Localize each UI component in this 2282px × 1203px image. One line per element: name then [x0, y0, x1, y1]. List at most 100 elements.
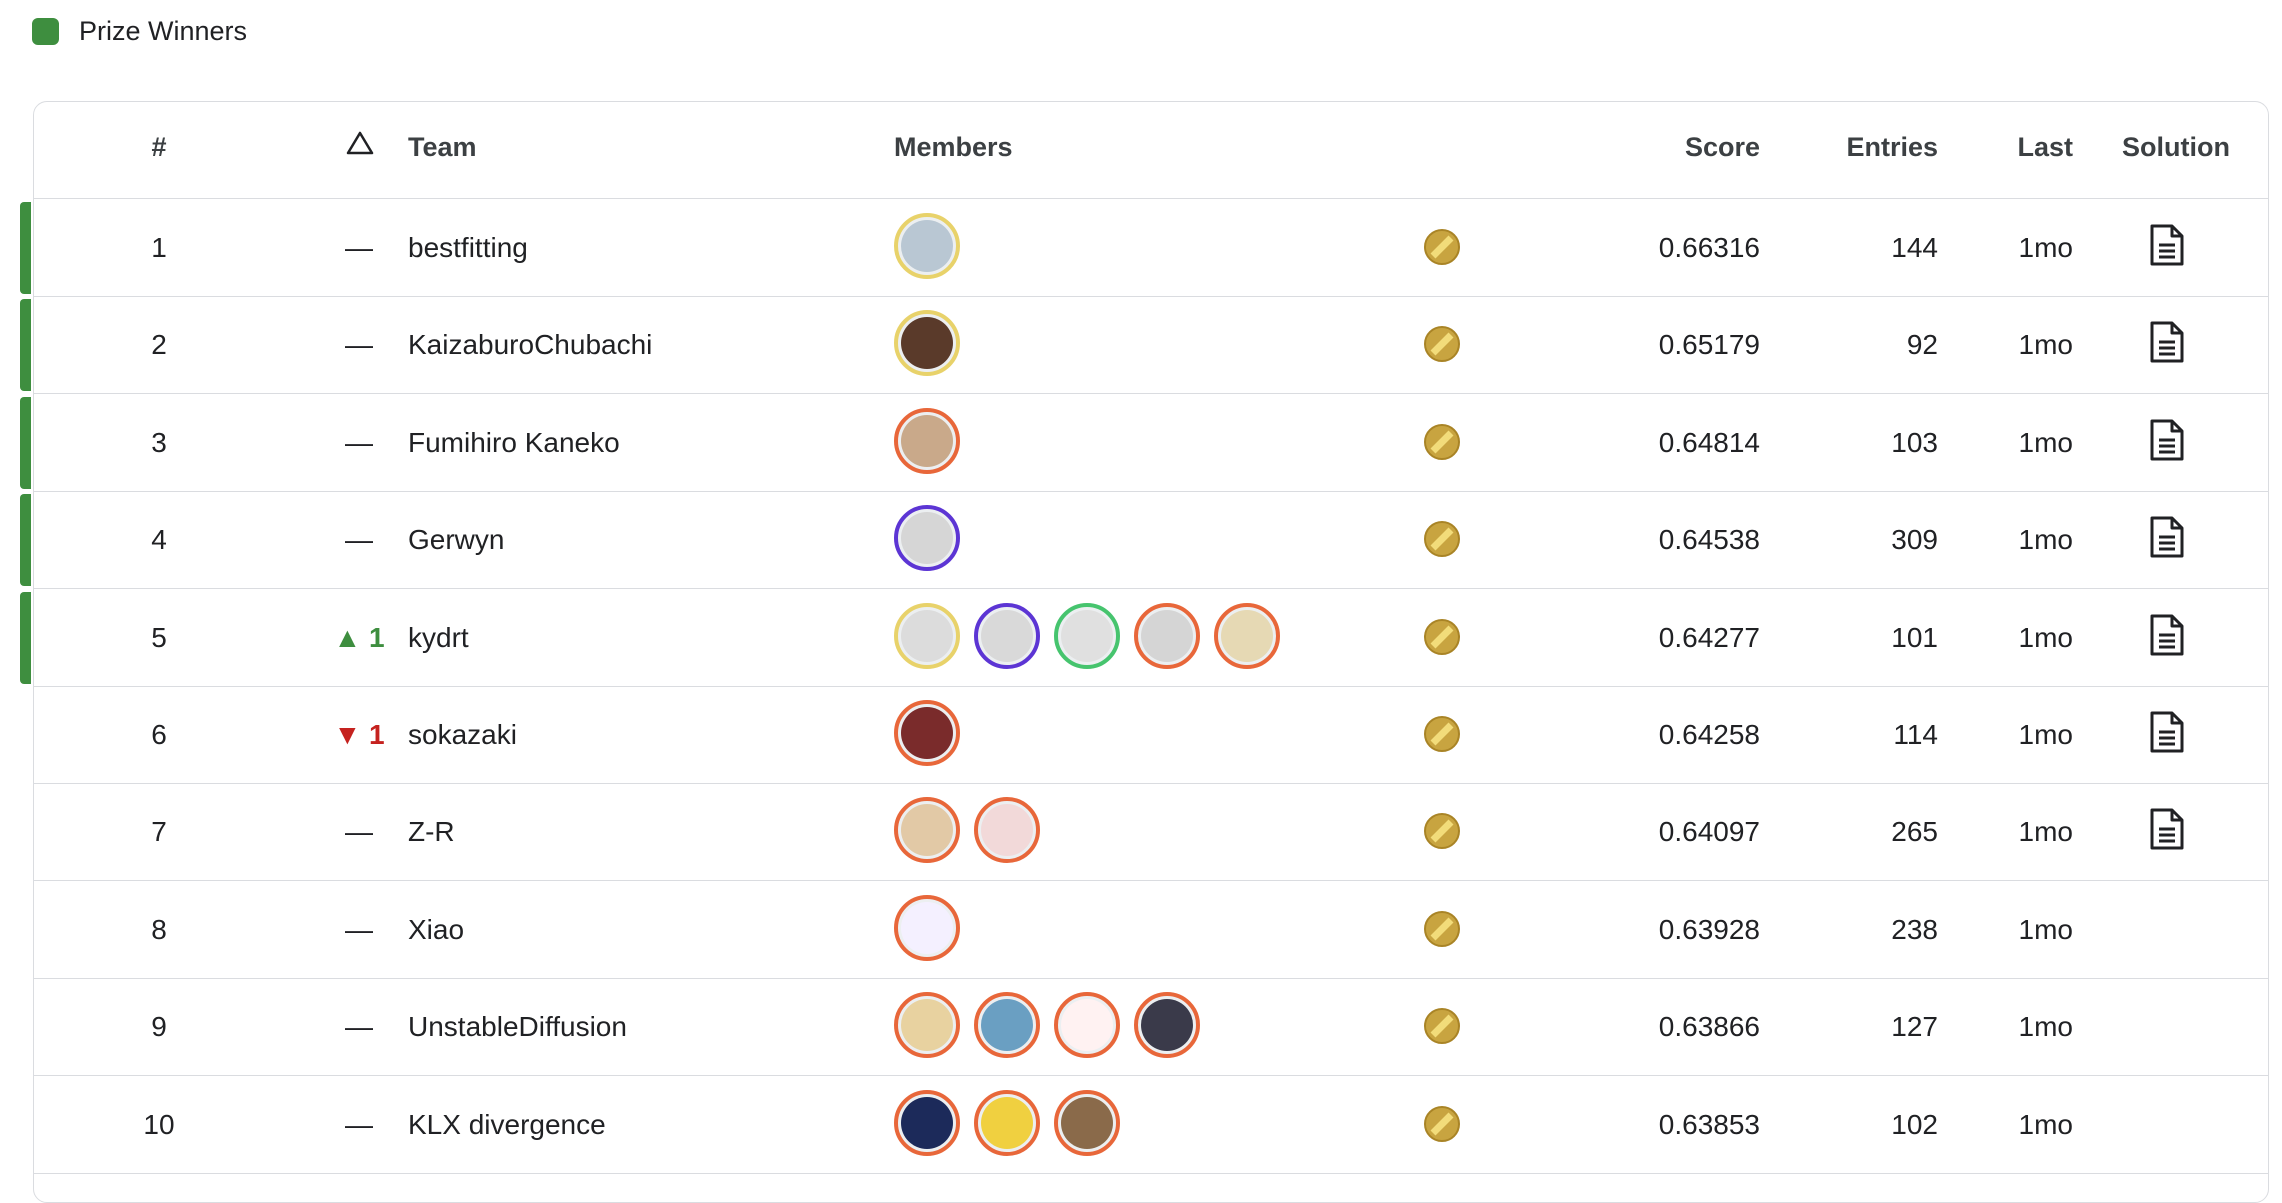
leaderboard-row[interactable]: 10— KLX divergence 0.63853 102 1mo [34, 1076, 2268, 1174]
score-cell: 0.66316 [1658, 232, 1760, 263]
member-avatar[interactable] [974, 1089, 1040, 1156]
prize-winner-marker [20, 299, 31, 392]
team-name-link[interactable]: sokazaki [408, 718, 517, 752]
member-avatar[interactable] [894, 310, 960, 377]
score-cell: 0.63853 [1658, 1108, 1760, 1140]
last-submission-cell: 1mo [2018, 1108, 2073, 1140]
member-avatar[interactable] [894, 797, 960, 864]
team-name-link[interactable]: bestfitting [408, 231, 528, 265]
gold-medal-icon [1424, 1105, 1460, 1142]
leaderboard-row[interactable]: 5 ▲ 1 kydrt 0.64277 101 1mo [20, 589, 2268, 687]
team-name-link[interactable]: Xiao [408, 913, 464, 947]
team-name-link[interactable]: Gerwyn [408, 523, 504, 557]
gold-medal-icon [1424, 716, 1460, 752]
gold-medal-icon [1424, 521, 1460, 558]
team-name-link[interactable]: Fumihiro Kaneko [408, 426, 620, 460]
member-avatar[interactable] [894, 1089, 960, 1156]
score-cell: 0.64814 [1658, 426, 1760, 458]
members-list [894, 797, 1040, 864]
leaderboard-row[interactable]: 6 ▼ 1 sokazaki 0.64258 114 1mo [34, 686, 2268, 784]
rank-cell: 10 [143, 1108, 175, 1140]
gold-medal-icon [1424, 423, 1460, 460]
member-avatar[interactable] [1054, 992, 1120, 1059]
leaderboard-row[interactable]: 9— UnstableDiffusion 0.63866 127 1mo [34, 978, 2268, 1077]
leaderboard-header: # Team Members Score Entries Last Soluti… [34, 102, 2268, 199]
legend: Prize Winners [32, 16, 247, 47]
leaderboard: # Team Members Score Entries Last Soluti… [20, 101, 2269, 1203]
entries-cell: 103 [1891, 426, 1938, 458]
member-avatar[interactable] [894, 992, 960, 1059]
member-avatar[interactable] [894, 213, 960, 279]
gold-medal-icon [1424, 229, 1460, 265]
member-avatar[interactable] [974, 797, 1040, 864]
document-icon[interactable] [2148, 223, 2186, 267]
entries-cell: 127 [1891, 1011, 1938, 1043]
prize-winner-marker [20, 494, 31, 587]
rank-cell: 5 [151, 621, 167, 653]
leaderboard-row[interactable]: 8— Xiao 0.63928 238 1mo [34, 881, 2268, 979]
member-avatar[interactable] [1134, 602, 1200, 669]
header-entries[interactable]: Entries [1846, 132, 1938, 163]
score-cell: 0.64097 [1658, 816, 1760, 848]
score-cell: 0.63866 [1658, 1011, 1760, 1043]
document-icon[interactable] [2148, 807, 2186, 851]
last-submission-cell: 1mo [2018, 816, 2073, 848]
member-avatar[interactable] [894, 602, 960, 669]
member-avatar[interactable] [894, 700, 960, 766]
team-name-link[interactable]: KaizaburoChubachi [408, 328, 652, 362]
leaderboard-row[interactable]: 7— Z-R 0.64097 265 1mo [34, 783, 2268, 882]
leaderboard-row[interactable]: 2— KaizaburoChubachi 0.65179 92 1mo [20, 296, 2268, 395]
rank-cell: 2 [151, 329, 167, 361]
team-name-link[interactable]: KLX divergence [408, 1108, 606, 1142]
members-list [894, 602, 1280, 669]
gold-medal-icon [1424, 910, 1460, 947]
rank-cell: 3 [151, 426, 167, 458]
rank-cell: 6 [151, 719, 167, 750]
document-icon[interactable] [2148, 515, 2186, 559]
leaderboard-row[interactable]: 3— Fumihiro Kaneko 0.64814 103 1mo [20, 394, 2268, 492]
team-name-link[interactable]: kydrt [408, 621, 469, 655]
gold-medal-icon [1424, 326, 1460, 363]
last-submission-cell: 1mo [2018, 329, 2073, 361]
member-avatar[interactable] [894, 894, 960, 961]
leaderboard-row[interactable]: 1— bestfitting 0.66316 144 1mo [20, 199, 2268, 297]
score-cell: 0.64538 [1658, 524, 1760, 556]
header-rank[interactable]: # [94, 132, 224, 163]
member-avatar[interactable] [1214, 602, 1280, 669]
member-avatar[interactable] [894, 505, 960, 572]
member-avatar[interactable] [974, 992, 1040, 1059]
members-list [894, 505, 960, 572]
header-team[interactable]: Team [408, 132, 477, 163]
document-icon[interactable] [2148, 613, 2186, 657]
document-icon[interactable] [2148, 418, 2186, 462]
header-solution: Solution [2122, 132, 2230, 162]
rank-cell: 8 [151, 913, 167, 945]
leaderboard-row[interactable]: 4— Gerwyn 0.64538 309 1mo [20, 491, 2268, 590]
document-icon[interactable] [2148, 320, 2186, 364]
member-avatar[interactable] [974, 602, 1040, 669]
rank-cell: 4 [151, 524, 167, 556]
team-name-link[interactable]: UnstableDiffusion [408, 1010, 627, 1044]
team-name-link[interactable]: Z-R [408, 815, 455, 849]
gold-medal-icon [1424, 1008, 1460, 1045]
entries-cell: 309 [1891, 524, 1938, 556]
header-score[interactable]: Score [1685, 132, 1760, 163]
prize-winner-marker [20, 396, 31, 489]
member-avatar[interactable] [1054, 1089, 1120, 1156]
members-list [894, 894, 960, 961]
members-list [894, 407, 960, 474]
document-icon[interactable] [2148, 710, 2186, 754]
score-cell: 0.64258 [1658, 719, 1760, 750]
header-last[interactable]: Last [2017, 132, 2073, 163]
rank-cell: 7 [151, 816, 167, 848]
member-avatar[interactable] [1054, 602, 1120, 669]
member-avatar[interactable] [894, 407, 960, 474]
entries-cell: 92 [1906, 329, 1938, 361]
member-avatar[interactable] [1134, 992, 1200, 1059]
last-submission-cell: 1mo [2018, 913, 2073, 945]
members-list [894, 992, 1200, 1059]
score-cell: 0.65179 [1658, 329, 1760, 361]
header-members: Members [894, 132, 1013, 162]
last-submission-cell: 1mo [2018, 524, 2073, 556]
members-list [894, 310, 960, 377]
